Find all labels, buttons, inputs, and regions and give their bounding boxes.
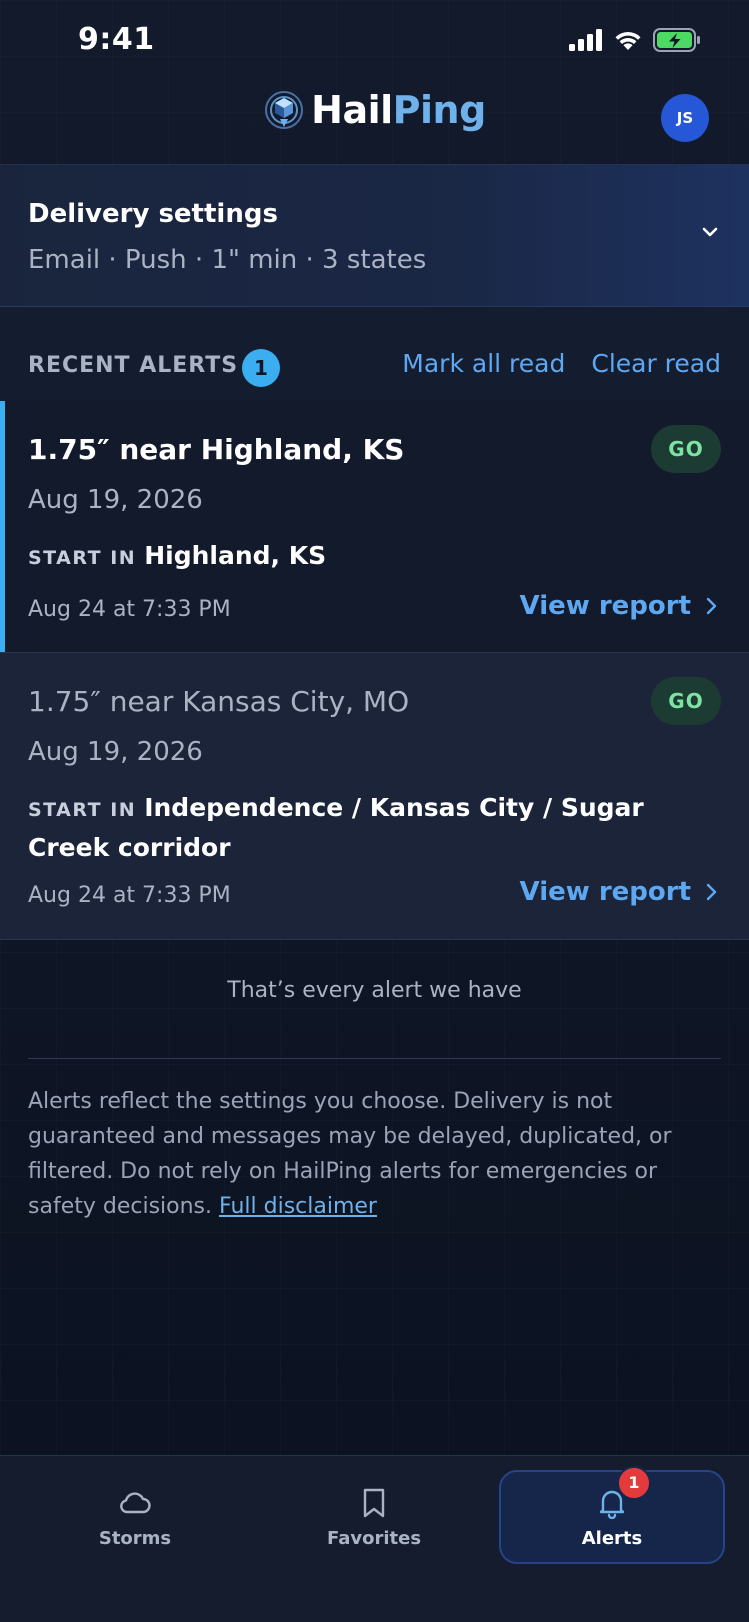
delivery-settings-summary: Email · Push · 1" min · 3 states: [28, 245, 427, 275]
end-of-list-note: That’s every alert we have: [227, 978, 522, 1003]
alert-timestamp: Aug 24 at 7:33 PM: [28, 597, 231, 622]
alert-timestamp: Aug 24 at 7:33 PM: [28, 883, 231, 908]
unread-count-badge: 1: [242, 349, 280, 387]
view-report-label: View report: [519, 591, 691, 621]
recent-alerts-header: RECENT ALERTS 1 Mark all read Clear read: [0, 307, 749, 401]
recent-alerts-label: RECENT ALERTS: [28, 353, 239, 378]
wifi-icon: [615, 31, 641, 50]
app-logo: HailPing: [0, 88, 749, 132]
tab-storms[interactable]: Storms: [22, 1470, 248, 1564]
view-report-link[interactable]: View report: [520, 591, 719, 621]
status-bar: 9:41: [0, 0, 749, 80]
disclaimer: Alerts reflect the settings you choose. …: [28, 1084, 718, 1224]
bookmark-icon: [363, 1488, 385, 1517]
view-report-link[interactable]: View report: [520, 877, 719, 907]
logo-text-ping: Ping: [392, 88, 487, 132]
alert-start-location: START IN Independence / Kansas City / Sug…: [28, 789, 669, 866]
logo-text-hail: Hail: [311, 88, 393, 132]
start-in-label: START IN: [28, 547, 137, 569]
alert-start-location: START IN Highland, KS: [28, 537, 669, 577]
chevron-right-icon: [706, 597, 717, 615]
start-in-value: Highland, KS: [144, 541, 327, 570]
tab-alerts-label: Alerts: [581, 1527, 643, 1549]
full-disclaimer-link[interactable]: Full disclaimer: [219, 1194, 377, 1219]
view-report-label: View report: [519, 877, 691, 907]
alert-card-read[interactable]: 1.75″ near Kansas City, MO GO Aug 19, 20…: [0, 653, 749, 940]
bottom-tab-bar: Storms Favorites 1 Alerts: [0, 1455, 749, 1622]
alert-date: Aug 19, 2026: [28, 485, 203, 515]
alerts-notification-badge: 1: [617, 1465, 651, 1500]
chevron-down-icon[interactable]: [699, 221, 721, 243]
battery-charging-icon: [653, 28, 700, 52]
alert-date: Aug 19, 2026: [28, 737, 203, 767]
alerts-actions: Mark all read Clear read: [402, 349, 721, 378]
tab-storms-label: Storms: [98, 1527, 172, 1549]
mark-all-read-button[interactable]: Mark all read: [402, 349, 565, 378]
clear-read-button[interactable]: Clear read: [591, 349, 721, 378]
tab-favorites-label: Favorites: [326, 1527, 422, 1549]
hailping-logo-icon: [265, 91, 304, 129]
chevron-right-icon: [706, 883, 717, 901]
tab-alerts[interactable]: 1 Alerts: [499, 1465, 725, 1564]
delivery-settings-title: Delivery settings: [28, 199, 278, 229]
go-status-badge: GO: [651, 677, 721, 725]
start-in-label: START IN: [28, 799, 137, 821]
status-time: 9:41: [78, 22, 155, 57]
divider: [28, 1058, 721, 1059]
app-header: HailPing JS: [0, 80, 749, 164]
tab-favorites[interactable]: Favorites: [261, 1470, 487, 1564]
alert-title: 1.75″ near Highland, KS: [28, 433, 405, 466]
user-avatar[interactable]: JS: [661, 94, 709, 142]
status-icons: [569, 28, 701, 52]
alert-card-unread[interactable]: 1.75″ near Highland, KS GO Aug 19, 2026 …: [0, 401, 749, 653]
cellular-signal-icon: [569, 29, 602, 51]
go-status-badge: GO: [651, 425, 721, 473]
delivery-settings-panel[interactable]: Delivery settings Email · Push · 1" min …: [0, 164, 749, 307]
alert-title: 1.75″ near Kansas City, MO: [28, 685, 410, 718]
cloud-icon: [120, 1491, 151, 1513]
